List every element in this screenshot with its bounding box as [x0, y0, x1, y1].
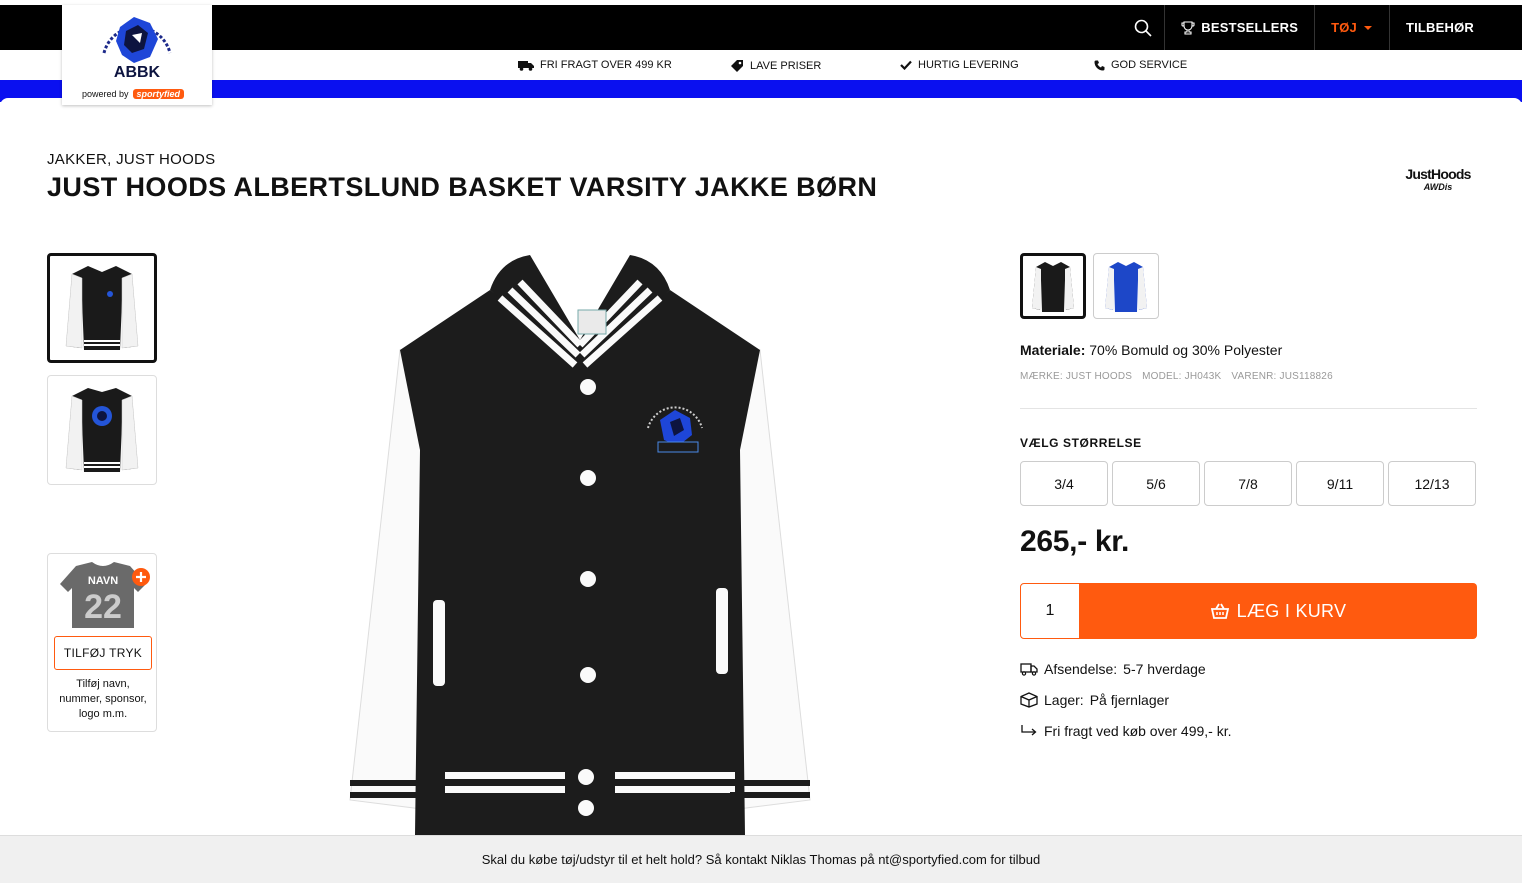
trophy-icon: [1181, 20, 1195, 35]
size-option[interactable]: 3/4: [1020, 461, 1108, 506]
usp-label: GOD SERVICE: [1111, 59, 1188, 71]
search-icon: [1134, 19, 1152, 37]
shirt-name-text: NAVN: [88, 575, 118, 587]
thumbnail-back[interactable]: [47, 375, 157, 485]
check-icon: [900, 60, 912, 70]
color-swatch-blue[interactable]: [1093, 253, 1159, 319]
divider: [1020, 408, 1477, 409]
usp-free-shipping: FRI FRAGT OVER 499 KR: [518, 59, 672, 71]
size-option[interactable]: 7/8: [1204, 461, 1292, 506]
product-price: 265,- kr.: [1020, 525, 1130, 558]
thumbnail-front[interactable]: [47, 253, 157, 363]
add-to-cart-button[interactable]: LÆG I KURV: [1080, 583, 1477, 639]
caret-down-icon: [1363, 25, 1372, 30]
nav-item-label: BESTSELLERS: [1201, 20, 1299, 35]
arrow-return-icon: [1021, 725, 1037, 736]
brand-logo-name: JustHoods: [1405, 166, 1471, 182]
jacket-blue-swatch: [1105, 262, 1147, 312]
jacket-front-thumb: [65, 266, 139, 350]
meta-sku: VARENR: JUS118826: [1231, 371, 1333, 382]
shirt-print-icon: NAVN 22: [60, 562, 150, 628]
meta-brand: MÆRKE: JUST HOODS: [1020, 371, 1133, 382]
box-icon: [1020, 692, 1038, 708]
site-logo[interactable]: ABBK powered by sportyfied: [62, 5, 212, 105]
quantity-input[interactable]: 1: [1020, 583, 1080, 639]
shipping-label: Afsendelse:: [1044, 661, 1118, 677]
product-meta: MÆRKE: JUST HOODS MODEL: JH043K VARENR: …: [1020, 371, 1333, 382]
team-offer-text: Skal du købe tøj/udstyr til et helt hold…: [481, 852, 1041, 867]
search-button[interactable]: [1121, 5, 1166, 50]
nav-item-bestsellers[interactable]: BESTSELLERS: [1165, 5, 1316, 50]
usp-low-prices: LAVE PRISER: [730, 59, 821, 73]
varsity-jacket-image: [349, 255, 811, 835]
nav-item-tilbehor[interactable]: TILBEHØR: [1390, 5, 1522, 50]
size-option[interactable]: 9/11: [1296, 461, 1384, 506]
jacket-back-thumb: [65, 388, 139, 472]
shipping-value: 5-7 hverdage: [1123, 661, 1206, 677]
add-print-box: NAVN 22 TILFØJ TRYK Tilføj navn, nummer,…: [47, 553, 157, 732]
main-product-image[interactable]: [330, 250, 830, 835]
nav-item-label: TØJ: [1331, 20, 1357, 35]
size-label: VÆLG STØRRELSE: [1020, 436, 1142, 450]
logo-text: ABBK: [114, 64, 161, 81]
add-print-description: Tilføj navn, nummer, sponsor, logo m.m.: [59, 678, 147, 720]
sportyfied-logo: sportyfied: [132, 89, 185, 99]
size-option[interactable]: 5/6: [1112, 461, 1200, 506]
usp-label: LAVE PRISER: [750, 60, 822, 72]
stock-label: Lager:: [1044, 692, 1084, 708]
breadcrumb[interactable]: JAKKER, JUST HOODS: [47, 151, 216, 168]
meta-model: MODEL: JH043K: [1142, 371, 1222, 382]
brand-logo[interactable]: JustHoods AWDis: [1398, 166, 1478, 192]
stock-info: Lager: På fjernlager: [1020, 692, 1169, 708]
usp-good-service: GOD SERVICE: [1094, 59, 1187, 71]
truck-icon: [518, 60, 534, 71]
material-label: Materiale:: [1020, 342, 1086, 358]
usp-fast-delivery: HURTIG LEVERING: [900, 59, 1019, 71]
usp-label: FRI FRAGT OVER 499 KR: [540, 59, 672, 71]
add-to-cart-label: LÆG I KURV: [1236, 600, 1347, 621]
usp-label: HURTIG LEVERING: [918, 59, 1019, 71]
brand-logo-sub: AWDis: [1423, 182, 1453, 192]
free-shipping-text: Fri fragt ved køb over 499,- kr.: [1044, 723, 1232, 739]
size-selector: 3/4 5/6 7/8 9/11 12/13: [1020, 461, 1476, 506]
nav-item-toj[interactable]: TØJ: [1315, 5, 1390, 50]
tag-icon: [731, 60, 743, 72]
free-shipping-info: Fri fragt ved køb over 499,- kr.: [1020, 723, 1232, 739]
shipping-info: Afsendelse: 5-7 hverdage: [1020, 661, 1206, 677]
basket-icon: [1210, 603, 1229, 619]
size-option[interactable]: 12/13: [1388, 461, 1476, 506]
powered-by-text: powered by: [82, 89, 129, 99]
team-offer-bar: Skal du købe tøj/udstyr til et helt hold…: [0, 835, 1522, 883]
add-print-button[interactable]: TILFØJ TRYK: [54, 636, 152, 670]
usp-strip: FRI FRAGT OVER 499 KR LAVE PRISER HURTIG…: [0, 50, 1522, 80]
page-title: JUST HOODS ALBERTSLUND BASKET VARSITY JA…: [47, 172, 878, 202]
phone-icon: [1094, 60, 1105, 70]
material-value: 70% Bomuld og 30% Polyester: [1089, 342, 1283, 358]
color-swatch-black[interactable]: [1020, 253, 1086, 319]
jacket-black-swatch: [1032, 262, 1074, 312]
stock-value: På fjernlager: [1089, 692, 1170, 708]
powered-by: powered by sportyfied: [82, 89, 185, 99]
main-nav: BESTSELLERS TØJ TILBEHØR: [1121, 5, 1522, 50]
club-logo-icon: ABBK: [102, 17, 172, 81]
material-info: Materiale: 70% Bomuld og 30% Polyester: [1020, 342, 1282, 358]
truck-outline-icon: [1020, 663, 1038, 676]
nav-item-label: TILBEHØR: [1405, 20, 1474, 35]
shirt-number-text: 22: [84, 588, 122, 626]
top-nav-bar: BESTSELLERS TØJ TILBEHØR: [0, 5, 1522, 50]
